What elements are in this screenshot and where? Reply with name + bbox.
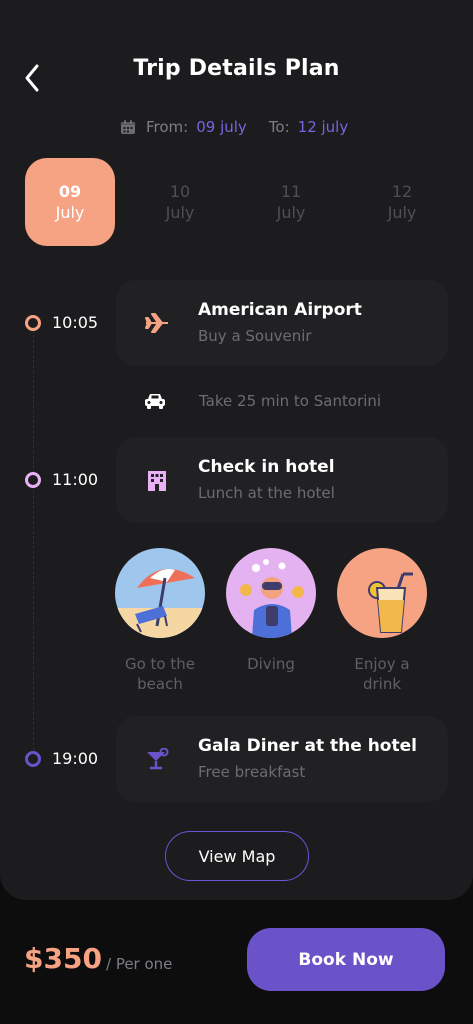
calendar-icon bbox=[121, 120, 135, 134]
event-time: 19:00 bbox=[52, 749, 99, 768]
trip-card: Trip Details Plan From: 09 july To: 12 j… bbox=[0, 0, 473, 900]
day-month: July bbox=[387, 203, 417, 222]
activity-drink[interactable]: Enjoy a drink bbox=[336, 548, 428, 694]
timeline-dot bbox=[25, 751, 41, 767]
from-label: From: bbox=[146, 118, 189, 136]
day-09[interactable]: 09 July bbox=[25, 158, 115, 246]
timeline-dot bbox=[25, 472, 41, 488]
price-unit: / Per one bbox=[106, 955, 173, 973]
event-title: American Airport bbox=[198, 300, 362, 320]
event-card-gala[interactable]: Gala Diner at the hotel Free breakfast bbox=[116, 716, 448, 802]
day-number: 09 bbox=[58, 182, 82, 201]
day-number: 12 bbox=[391, 182, 413, 201]
activity-label: Go to the beach bbox=[124, 655, 195, 693]
to-date: 12 july bbox=[297, 118, 349, 136]
car-icon bbox=[145, 394, 165, 409]
view-map-button[interactable]: View Map bbox=[165, 831, 309, 881]
event-card-airport[interactable]: American Airport Buy a Souvenir bbox=[116, 280, 448, 366]
book-now-button[interactable]: Book Now bbox=[247, 928, 445, 991]
to-label: To: bbox=[268, 118, 290, 136]
page-title: Trip Details Plan bbox=[133, 56, 340, 81]
activity-thumb bbox=[226, 548, 316, 638]
day-number: 11 bbox=[280, 182, 302, 201]
transfer-text: Take 25 min to Santorini bbox=[199, 392, 382, 410]
transfer-row: Take 25 min to Santorini bbox=[144, 390, 444, 414]
date-range: From: 09 july To: 12 july bbox=[120, 116, 348, 138]
event-subtitle: Lunch at the hotel bbox=[198, 484, 335, 502]
event-title: Gala Diner at the hotel bbox=[198, 736, 417, 756]
timeline-dot bbox=[25, 315, 41, 331]
event-subtitle: Buy a Souvenir bbox=[198, 327, 312, 345]
price: $350 bbox=[24, 942, 102, 975]
activity-beach[interactable]: Go to the beach bbox=[114, 548, 206, 694]
event-time: 10:05 bbox=[52, 313, 99, 332]
activity-label: Enjoy a drink bbox=[354, 655, 410, 693]
day-11[interactable]: 11 July bbox=[246, 158, 336, 246]
day-12[interactable]: 12 July bbox=[357, 158, 447, 246]
drink-icon bbox=[337, 548, 427, 638]
day-10[interactable]: 10 July bbox=[135, 158, 225, 246]
day-month: July bbox=[55, 203, 85, 222]
activity-diving[interactable]: Diving bbox=[225, 548, 317, 674]
event-title: Check in hotel bbox=[198, 457, 335, 477]
event-subtitle: Free breakfast bbox=[198, 763, 306, 781]
airplane-icon bbox=[145, 313, 168, 333]
day-month: July bbox=[276, 203, 306, 222]
activity-thumb bbox=[115, 548, 205, 638]
activity-label: Diving bbox=[247, 655, 295, 673]
event-card-hotel[interactable]: Check in hotel Lunch at the hotel bbox=[116, 437, 448, 523]
timeline-line bbox=[33, 330, 34, 760]
day-month: July bbox=[165, 203, 195, 222]
from-date: 09 july bbox=[196, 118, 247, 136]
day-number: 10 bbox=[169, 182, 191, 201]
beach-umbrella-icon bbox=[115, 548, 205, 638]
activity-thumb bbox=[337, 548, 427, 638]
hotel-icon bbox=[148, 471, 166, 491]
cocktail-icon bbox=[147, 748, 169, 770]
diver-icon bbox=[226, 548, 316, 638]
event-time: 11:00 bbox=[52, 470, 99, 489]
